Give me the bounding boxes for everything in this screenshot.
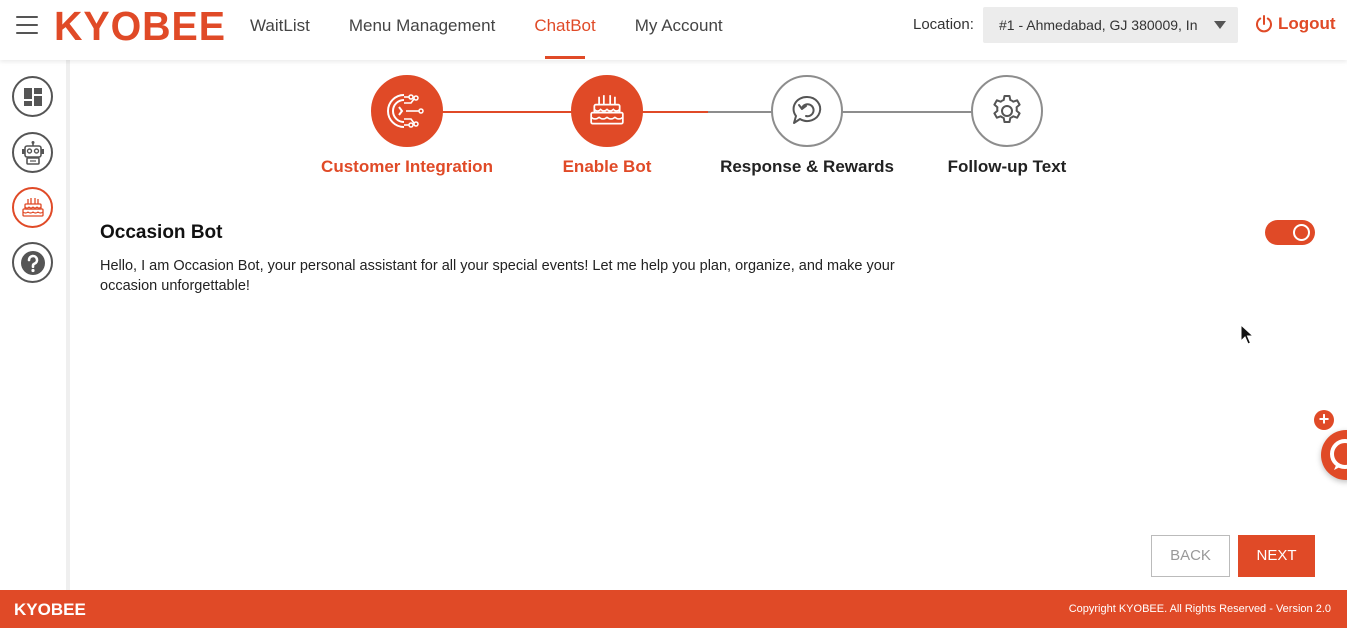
top-header: KYOBEE WaitList Menu Management ChatBot …	[0, 0, 1347, 60]
gear-icon	[993, 95, 1021, 123]
step-label: Follow-up Text	[947, 157, 1067, 176]
step-label: Customer Integration	[321, 157, 493, 176]
cake-icon	[590, 95, 624, 125]
main-nav: WaitList Menu Management ChatBot My Acco…	[250, 0, 762, 60]
dashboard-icon	[23, 87, 42, 106]
cake-icon	[21, 197, 44, 217]
chat-widget-button[interactable]	[1321, 430, 1347, 480]
nav-my-account[interactable]: My Account	[635, 0, 723, 60]
footer-brand: KYOBEE	[14, 600, 86, 619]
caret-down-icon	[1214, 21, 1226, 29]
footer: KYOBEE Copyright KYOBEE. All Rights Rese…	[0, 590, 1347, 628]
toggle-knob	[1293, 224, 1310, 241]
mouse-cursor-icon	[1240, 324, 1254, 345]
step-circle	[571, 75, 643, 147]
reply-chat-icon	[792, 95, 822, 124]
back-button[interactable]: BACK	[1151, 535, 1230, 577]
step-follow-up-text[interactable]: Follow-up Text	[907, 75, 1107, 177]
sidebar-item-chatbot[interactable]	[12, 132, 53, 173]
step-circle	[771, 75, 843, 147]
logout-button[interactable]: Logout	[1254, 14, 1336, 34]
nav-chatbot[interactable]: ChatBot	[534, 0, 596, 60]
nav-waitlist[interactable]: WaitList	[250, 0, 310, 60]
chat-plus-icon[interactable]: +	[1314, 410, 1334, 430]
step-circle	[971, 75, 1043, 147]
left-sidebar	[0, 60, 70, 590]
step-response-rewards[interactable]: Response & Rewards	[707, 75, 907, 177]
kyobee-logo[interactable]: KYOBEE	[54, 3, 226, 50]
location-label: Location:	[913, 16, 974, 33]
bot-title: Occasion Bot	[100, 222, 223, 243]
step-customer-integration[interactable]: Customer Integration	[307, 75, 507, 177]
step-circle	[371, 75, 443, 147]
footer-copyright: Copyright KYOBEE. All Rights Reserved - …	[1068, 603, 1331, 615]
location-value: #1 - Ahmedabad, GJ 380009, In	[999, 17, 1198, 33]
integration-icon	[387, 94, 424, 128]
hamburger-menu-icon[interactable]	[16, 16, 38, 34]
setup-stepper: Customer Integration Enable Bot Response…	[300, 75, 1100, 185]
nav-menu-management[interactable]: Menu Management	[349, 0, 495, 60]
help-icon	[20, 250, 45, 275]
step-enable-bot[interactable]: Enable Bot	[507, 75, 707, 177]
robot-icon	[21, 140, 44, 165]
bot-enable-toggle[interactable]	[1265, 220, 1315, 245]
sidebar-item-occasion[interactable]	[12, 187, 53, 228]
sidebar-item-dashboard[interactable]	[12, 76, 53, 117]
location-select[interactable]: #1 - Ahmedabad, GJ 380009, In	[983, 7, 1238, 43]
chat-icon	[1330, 439, 1347, 470]
sidebar-item-help[interactable]	[12, 242, 53, 283]
step-label: Enable Bot	[562, 157, 652, 176]
power-icon	[1256, 15, 1272, 33]
step-label: Response & Rewards	[720, 157, 894, 176]
logout-label: Logout	[1278, 14, 1336, 33]
next-button[interactable]: NEXT	[1238, 535, 1315, 577]
bot-description: Hello, I am Occasion Bot, your personal …	[100, 258, 895, 294]
